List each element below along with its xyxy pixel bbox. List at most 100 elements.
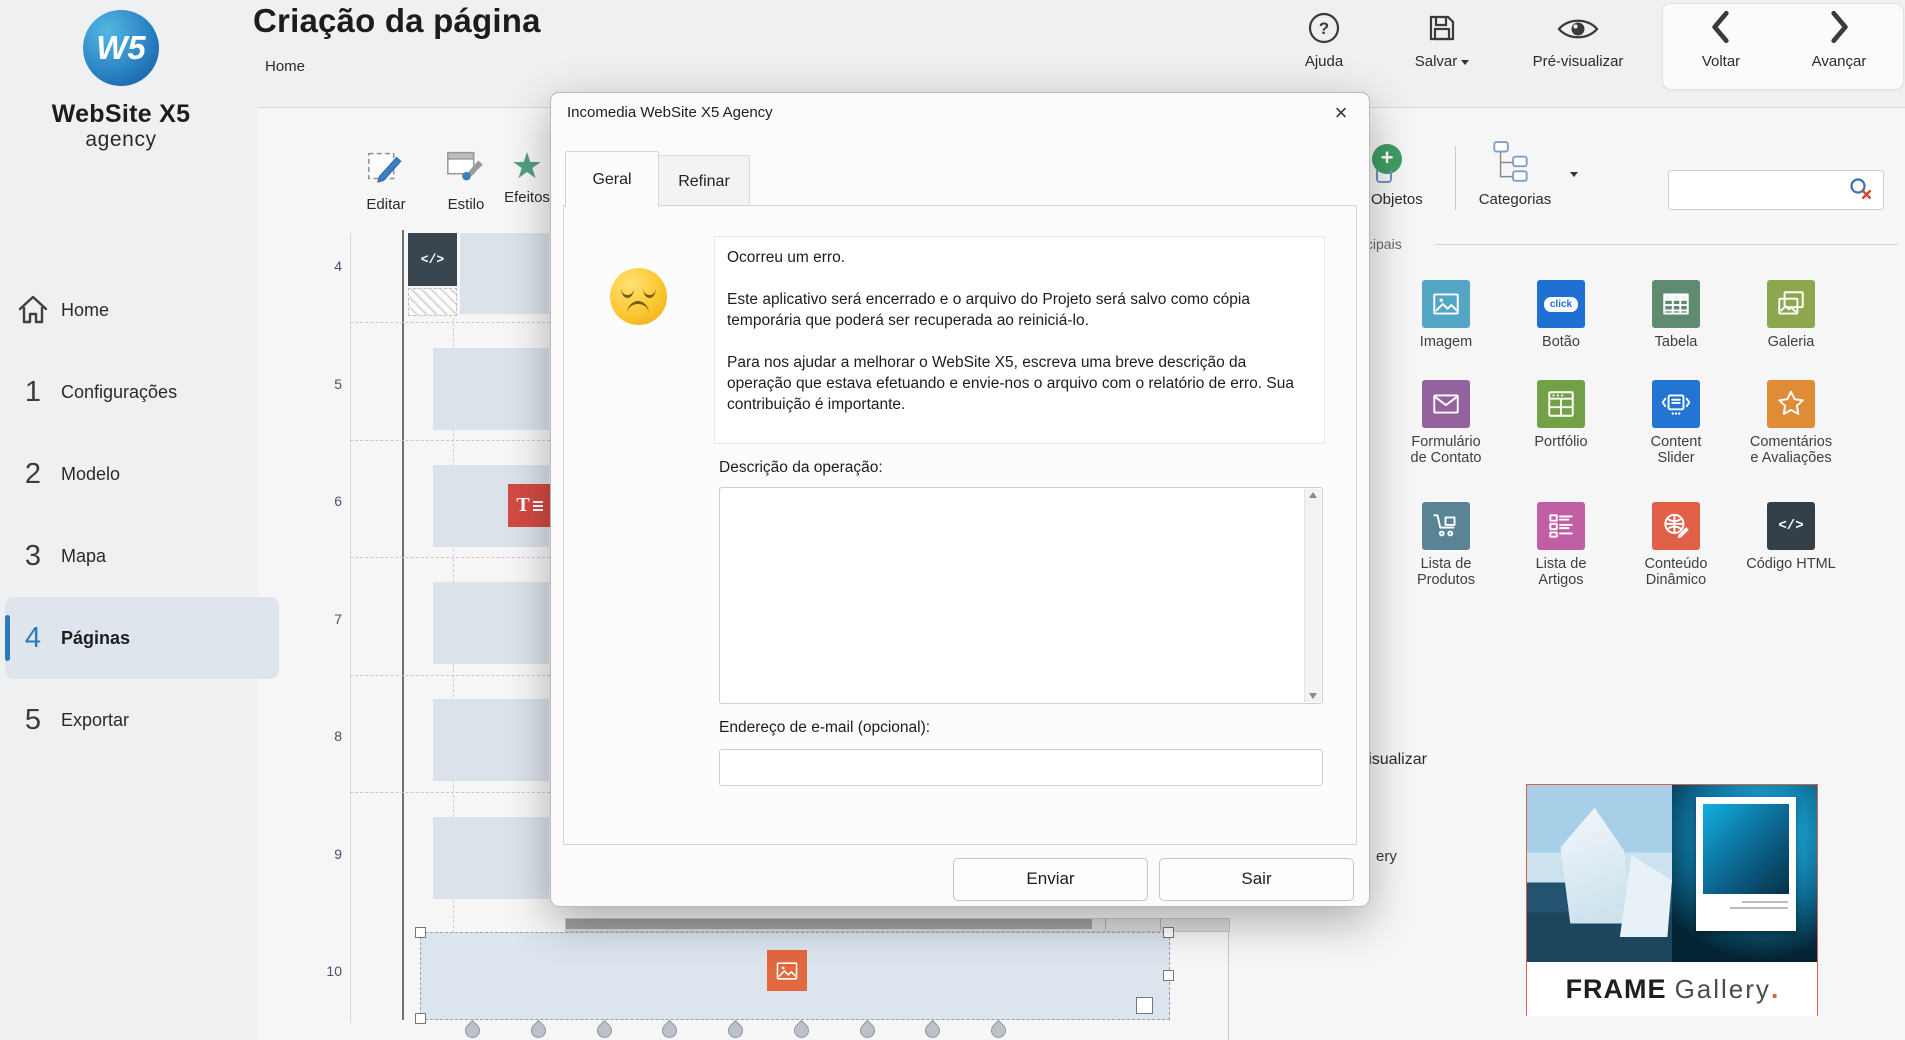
- object-lista-artigos[interactable]: [1537, 502, 1585, 550]
- sidebar-item-label: Exportar: [61, 709, 130, 730]
- article-list-icon: [1549, 514, 1573, 538]
- search-icon[interactable]: [1848, 176, 1876, 209]
- template-title: FRAME Gallery .: [1527, 962, 1817, 1016]
- content-cell[interactable]: [433, 582, 549, 664]
- row-separator: [350, 792, 550, 793]
- object-botao[interactable]: click: [1537, 280, 1585, 328]
- object-label: Conteúdo Dinâmico: [1644, 556, 1708, 588]
- gallery-icon: [1778, 291, 1804, 315]
- resize-handle-corner[interactable]: [1136, 997, 1153, 1014]
- exit-button[interactable]: Sair: [1159, 858, 1354, 901]
- text-object-cell[interactable]: T: [508, 484, 551, 527]
- resize-handle[interactable]: [1163, 927, 1174, 938]
- object-imagem[interactable]: [1422, 280, 1470, 328]
- sidebar-item-configuracoes[interactable]: 1 Configurações: [5, 351, 279, 433]
- content-cell[interactable]: [433, 817, 549, 899]
- template-title-light: Gallery: [1674, 973, 1771, 1004]
- sidebar-item-mapa[interactable]: 3 Mapa: [5, 515, 279, 597]
- preview-button[interactable]: Pré-visualizar: [1518, 10, 1638, 70]
- click-badge: click: [1543, 296, 1579, 312]
- scrollbar-thumb[interactable]: [566, 919, 1092, 929]
- template-name-fragment: ery: [1376, 848, 1397, 865]
- object-codigo-html[interactable]: </>: [1767, 502, 1815, 550]
- object-content-slider[interactable]: [1652, 380, 1700, 428]
- breadcrumb[interactable]: Home: [265, 58, 305, 75]
- close-icon[interactable]: ×: [1327, 99, 1355, 127]
- text-object-glyph: T: [516, 494, 530, 516]
- save-button[interactable]: Salvar: [1406, 10, 1478, 70]
- logo-subtitle: agency: [85, 128, 157, 151]
- objects-tab[interactable]: Objetos: [1371, 191, 1423, 208]
- resize-handle[interactable]: [1163, 970, 1174, 981]
- object-label: Botão: [1542, 334, 1580, 350]
- image-object-icon[interactable]: [767, 950, 807, 991]
- row-number: 5: [334, 376, 342, 392]
- object-label: Portfólio: [1534, 434, 1588, 450]
- html-code-cell[interactable]: </>: [408, 233, 457, 286]
- object-label: Content Slider: [1650, 434, 1702, 466]
- object-formulario[interactable]: [1422, 380, 1470, 428]
- edit-tool-label: Editar: [366, 196, 406, 213]
- resize-handle[interactable]: [415, 1013, 426, 1024]
- email-label: Endereço de e-mail (opcional):: [719, 719, 931, 736]
- email-input[interactable]: [719, 749, 1323, 786]
- row-number: 8: [334, 728, 342, 744]
- row-number: 7: [334, 611, 342, 627]
- object-label: Formulário de Contato: [1410, 434, 1482, 466]
- back-button[interactable]: Voltar: [1692, 8, 1750, 70]
- code-icon: </>: [1778, 518, 1804, 534]
- object-label: Código HTML: [1746, 556, 1836, 572]
- dialog-tab-panel: Ocorreu um erro. Este aplicativo será en…: [563, 205, 1357, 845]
- portfolio-icon: [1548, 391, 1574, 417]
- hatched-cell: [408, 288, 457, 316]
- cart-icon: [1433, 514, 1456, 537]
- step-number: 2: [24, 457, 42, 490]
- object-label: Lista de Produtos: [1416, 556, 1476, 588]
- object-label: Imagem: [1419, 334, 1473, 350]
- description-field-wrap: [719, 487, 1323, 704]
- template-preview-thumbnail[interactable]: FRAME Gallery .: [1526, 784, 1818, 1016]
- object-tabela[interactable]: [1652, 280, 1700, 328]
- style-icon: [447, 151, 483, 181]
- categories-dropdown-icon[interactable]: [1570, 172, 1578, 177]
- preview-label: Pré-visualizar: [1532, 53, 1624, 70]
- section-rule: [1436, 244, 1898, 245]
- content-cell[interactable]: [460, 233, 549, 314]
- sidebar-item-paginas[interactable]: 4 Páginas: [5, 597, 279, 679]
- content-cell[interactable]: [433, 348, 549, 430]
- edit-tool-button[interactable]: Editar: [357, 146, 415, 213]
- grid-left-guide: [350, 233, 351, 1023]
- categories-tab[interactable]: Categorias: [1472, 191, 1558, 208]
- object-comentarios[interactable]: [1767, 380, 1815, 428]
- send-button[interactable]: Enviar: [953, 858, 1148, 901]
- row-number: 4: [334, 258, 342, 274]
- sidebar-item-exportar[interactable]: 5 Exportar: [5, 679, 279, 761]
- save-dropdown-icon[interactable]: [1461, 59, 1470, 65]
- object-conteudo-dinamico[interactable]: [1652, 502, 1700, 550]
- resize-handle[interactable]: [415, 927, 426, 938]
- template-title-dot: .: [1770, 973, 1779, 1004]
- error-message-box: Ocorreu um erro. Este aplicativo será en…: [714, 236, 1325, 444]
- step-number: 1: [24, 375, 42, 408]
- table-icon: [1663, 293, 1689, 315]
- tab-geral[interactable]: Geral: [565, 151, 659, 207]
- textarea-scrollbar[interactable]: [1304, 489, 1321, 702]
- object-galeria[interactable]: [1767, 280, 1815, 328]
- description-input[interactable]: [719, 487, 1323, 704]
- object-label: Tabela: [1654, 334, 1698, 350]
- content-cell[interactable]: [433, 699, 549, 781]
- chevron-right-icon: [1831, 10, 1848, 44]
- row-number: 9: [334, 846, 342, 862]
- help-button[interactable]: ? Ajuda: [1293, 10, 1355, 70]
- tab-refinar[interactable]: Refinar: [658, 155, 750, 207]
- object-box-icon: [1376, 170, 1392, 183]
- object-lista-produtos[interactable]: [1422, 502, 1470, 550]
- sidebar-item-home[interactable]: Home: [5, 269, 279, 351]
- back-label: Voltar: [1701, 53, 1741, 70]
- row-number: 10: [326, 963, 342, 979]
- sidebar-item-modelo[interactable]: 2 Modelo: [5, 433, 279, 515]
- style-tool-button[interactable]: Estilo: [437, 146, 495, 213]
- object-portfolio[interactable]: [1537, 380, 1585, 428]
- help-label: Ajuda: [1304, 53, 1344, 70]
- forward-button[interactable]: Avançar: [1804, 8, 1874, 70]
